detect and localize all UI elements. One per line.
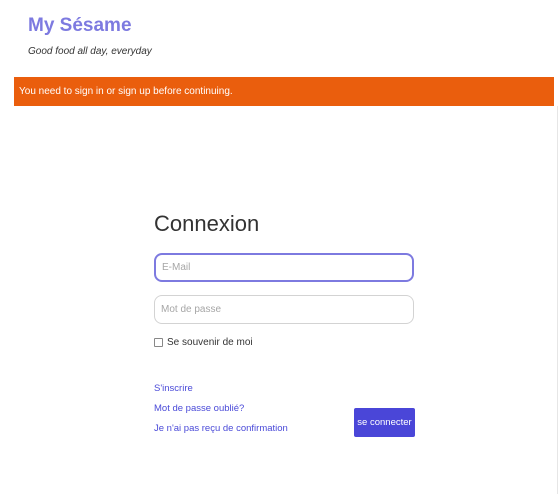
password-field[interactable]: [154, 295, 414, 324]
login-title: Connexion: [154, 211, 260, 236]
sign-in-button[interactable]: se connecter: [354, 408, 415, 437]
email-field[interactable]: [154, 253, 414, 282]
brand-tagline: Good food all day, everyday: [28, 46, 152, 57]
remember-me-checkbox[interactable]: [154, 337, 163, 347]
remember-me-row[interactable]: Se souvenir de moi: [154, 335, 253, 349]
remember-me-label: Se souvenir de moi: [167, 336, 253, 348]
resend-confirmation-link[interactable]: Je n'ai pas reçu de confirmation: [154, 423, 288, 434]
brand-title[interactable]: My Sésame: [28, 15, 132, 37]
alert-banner: You need to sign in or sign up before co…: [14, 77, 554, 106]
page: My Sésame Good food all day, everyday Yo…: [0, 0, 558, 494]
signup-link[interactable]: S'inscrire: [154, 383, 193, 394]
forgot-password-link[interactable]: Mot de passe oublié?: [154, 403, 244, 414]
